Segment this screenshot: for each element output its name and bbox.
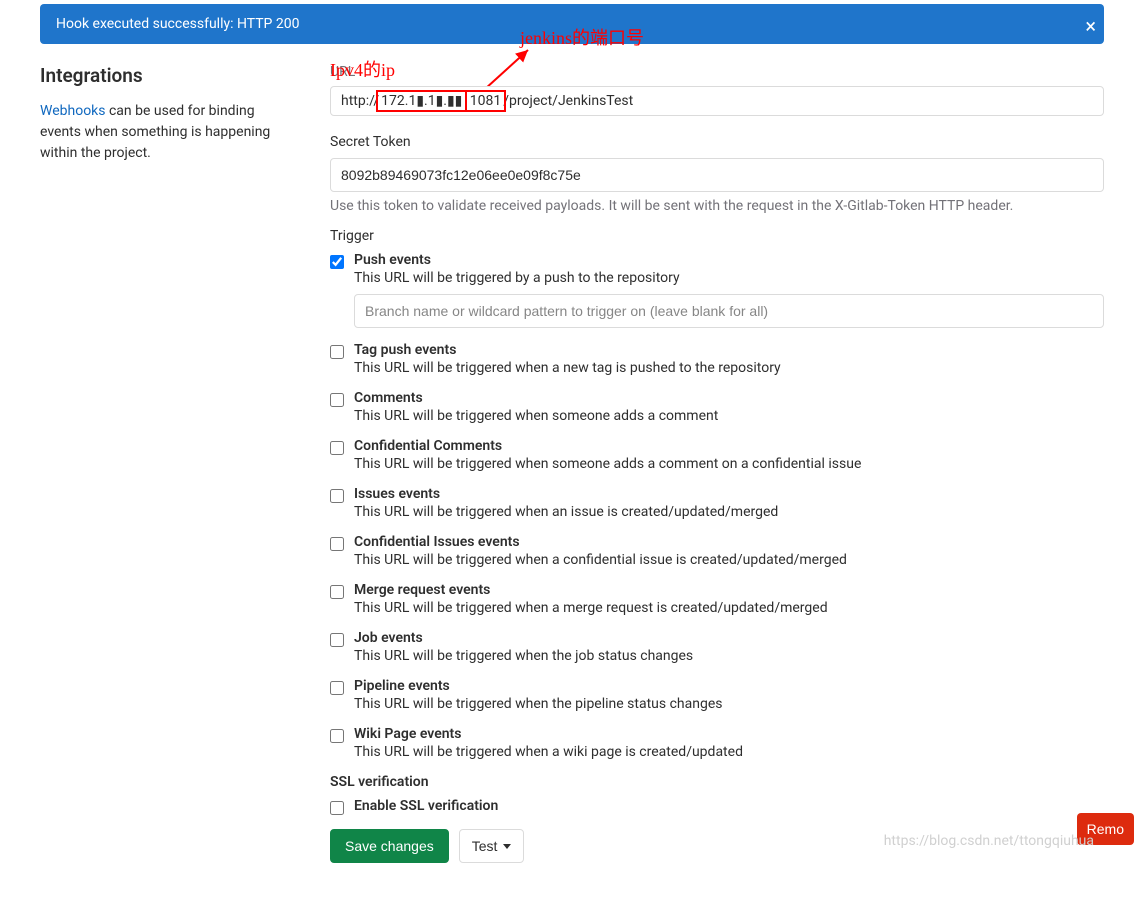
trigger-description: This URL will be triggered by a push to … bbox=[354, 270, 1104, 286]
branch-pattern-input[interactable] bbox=[354, 294, 1104, 328]
trigger-checkbox[interactable] bbox=[330, 345, 344, 359]
trigger-title: Tag push events bbox=[354, 342, 1104, 358]
trigger-row: Merge request events This URL will be tri… bbox=[330, 582, 1104, 616]
url-prefix: http:// bbox=[341, 93, 379, 109]
secret-help: Use this token to validate received payl… bbox=[330, 198, 1104, 214]
trigger-title: Comments bbox=[354, 390, 1104, 406]
trigger-title: Confidential Comments bbox=[354, 438, 1104, 454]
trigger-checkbox[interactable] bbox=[330, 681, 344, 695]
trigger-row: Comments This URL will be triggered when … bbox=[330, 390, 1104, 424]
ssl-label: Enable SSL verification bbox=[354, 798, 1104, 814]
page-title: Integrations bbox=[40, 64, 290, 87]
secret-label: Secret Token bbox=[330, 134, 1104, 150]
remove-button[interactable]: Remo bbox=[1077, 813, 1134, 845]
trigger-title: Confidential Issues events bbox=[354, 534, 1104, 550]
sidebar-description: Webhooks can be used for binding events … bbox=[40, 101, 290, 164]
trigger-row: Confidential Comments This URL will be tr… bbox=[330, 438, 1104, 472]
ssl-heading: SSL verification bbox=[330, 774, 1104, 790]
url-suffix: /project/JenkinsTest bbox=[503, 93, 633, 109]
url-port: 1081 bbox=[470, 93, 501, 109]
trigger-checkbox[interactable] bbox=[330, 729, 344, 743]
trigger-title: Pipeline events bbox=[354, 678, 1104, 694]
trigger-row: Job events This URL will be triggered whe… bbox=[330, 630, 1104, 664]
trigger-description: This URL will be triggered when someone … bbox=[354, 408, 1104, 424]
trigger-description: This URL will be triggered when the job … bbox=[354, 648, 1104, 664]
trigger-description: This URL will be triggered when a new ta… bbox=[354, 360, 1104, 376]
trigger-description: This URL will be triggered when an issue… bbox=[354, 504, 1104, 520]
test-dropdown[interactable]: Test bbox=[459, 829, 525, 863]
trigger-description: This URL will be triggered when a wiki p… bbox=[354, 744, 1104, 760]
trigger-description: This URL will be triggered when the pipe… bbox=[354, 696, 1104, 712]
trigger-checkbox[interactable] bbox=[330, 585, 344, 599]
main-form: URL Ipv4的ip jenkins的端口号 http:// 172.1▮.1… bbox=[330, 64, 1104, 863]
close-icon[interactable]: × bbox=[1085, 14, 1096, 38]
trigger-checkbox[interactable] bbox=[330, 489, 344, 503]
trigger-row: Tag push events This URL will be triggere… bbox=[330, 342, 1104, 376]
alert-text: Hook executed successfully: HTTP 200 bbox=[56, 16, 299, 32]
sidebar: Integrations Webhooks can be used for bi… bbox=[40, 64, 290, 863]
chevron-down-icon bbox=[503, 844, 511, 849]
trigger-description: This URL will be triggered when a confid… bbox=[354, 552, 1104, 568]
secret-token-input[interactable] bbox=[330, 158, 1104, 192]
trigger-row: Wiki Page events This URL will be trigger… bbox=[330, 726, 1104, 760]
webhooks-link[interactable]: Webhooks bbox=[40, 103, 106, 119]
trigger-checkbox[interactable] bbox=[330, 441, 344, 455]
trigger-row: Issues events This URL will be triggered … bbox=[330, 486, 1104, 520]
trigger-title: Merge request events bbox=[354, 582, 1104, 598]
save-button[interactable]: Save changes bbox=[330, 829, 449, 863]
ssl-checkbox[interactable] bbox=[330, 801, 344, 815]
trigger-title: Issues events bbox=[354, 486, 1104, 502]
trigger-row: Confidential Issues events This URL will … bbox=[330, 534, 1104, 568]
trigger-title: Wiki Page events bbox=[354, 726, 1104, 742]
trigger-row: Push events This URL will be triggered by… bbox=[330, 252, 1104, 328]
trigger-row: Pipeline events This URL will be triggere… bbox=[330, 678, 1104, 712]
trigger-description: This URL will be triggered when someone … bbox=[354, 456, 1104, 472]
alert-success: Hook executed successfully: HTTP 200 × bbox=[40, 4, 1104, 44]
trigger-checkbox[interactable] bbox=[330, 537, 344, 551]
url-input[interactable]: http:// 172.1▮.1▮.▮▮ : 1081 /project/Jen… bbox=[330, 86, 1104, 116]
trigger-description: This URL will be triggered when a merge … bbox=[354, 600, 1104, 616]
url-label: URL bbox=[330, 64, 1104, 80]
trigger-title: Push events bbox=[354, 252, 1104, 268]
trigger-checkbox[interactable] bbox=[330, 633, 344, 647]
trigger-checkbox[interactable] bbox=[330, 393, 344, 407]
trigger-title: Job events bbox=[354, 630, 1104, 646]
url-ip: 172.1▮.1▮.▮▮ bbox=[381, 93, 462, 109]
test-label: Test bbox=[472, 838, 498, 854]
trigger-checkbox[interactable] bbox=[330, 255, 344, 269]
trigger-heading: Trigger bbox=[330, 228, 1104, 244]
